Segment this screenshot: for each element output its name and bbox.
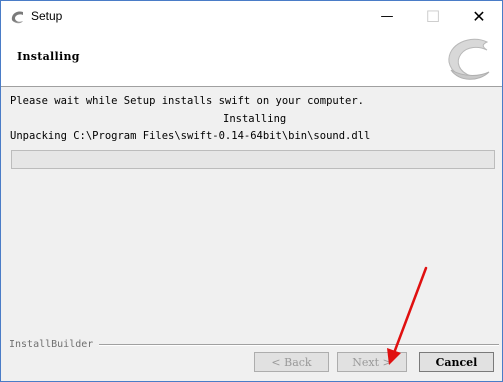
header-banner: Installing [1,32,502,87]
next-button[interactable]: Next > [337,352,407,372]
maximize-button[interactable]: ☐ [410,1,456,32]
minimize-button[interactable]: — [364,1,410,32]
installbuilder-brand: InstallBuilder [9,339,94,350]
footer-separator [99,344,499,346]
wait-message: Please wait while Setup installs swift o… [10,95,365,107]
progress-bar [11,150,495,169]
page-title: Installing [17,50,80,63]
title-bar[interactable]: Setup — ☐ ✕ [1,1,502,32]
window-title: Setup [31,9,63,23]
back-button[interactable]: < Back [254,352,329,372]
close-button[interactable]: ✕ [456,1,502,32]
app-icon [11,11,23,24]
swift-bird-logo-icon [448,38,490,80]
setup-window: Setup — ☐ ✕ Installing Please wait while… [0,0,503,382]
current-action: Unpacking C:\Program Files\swift-0.14-64… [10,130,371,142]
install-status: Installing [223,113,287,125]
cancel-button[interactable]: Cancel [419,352,494,372]
